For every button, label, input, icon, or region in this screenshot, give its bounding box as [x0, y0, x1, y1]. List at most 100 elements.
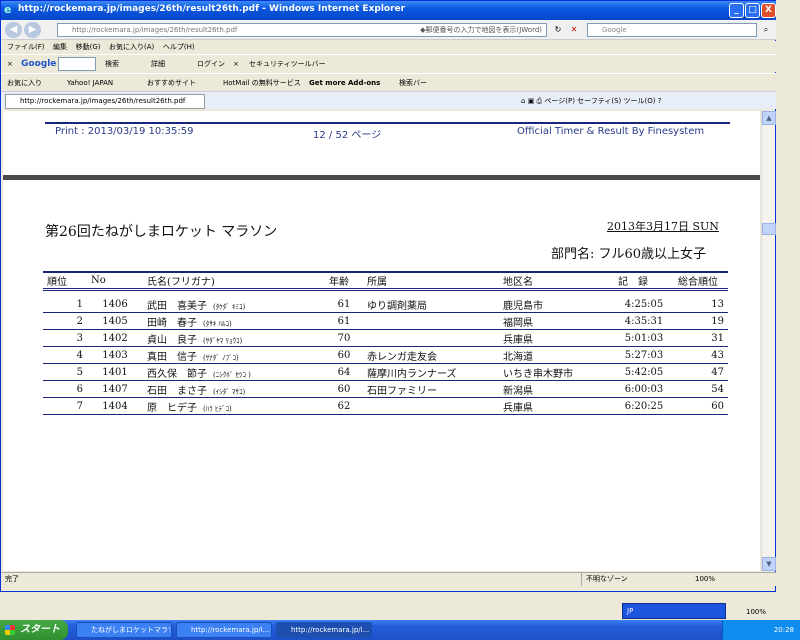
jword-hint[interactable]: ◆郵便番号の入力で地図を表示(JWord): [420, 24, 542, 36]
toolbar-close-icon[interactable]: ×: [7, 57, 13, 71]
tools-menu[interactable]: ツール(O): [623, 97, 655, 105]
cell-region: 新潟県: [499, 380, 614, 398]
table-row: 7 1404 原 ヒデ子 (ﾊﾗ ﾋﾃﾞｺ) 62 兵庫県 6:20:25 60: [43, 397, 728, 415]
cell-overall: 60: [674, 397, 728, 415]
col-affiliation: 所属: [363, 271, 499, 291]
zoom-level[interactable]: 100%: [695, 573, 715, 586]
cell-affiliation: [363, 397, 499, 415]
menu-favorites[interactable]: お気に入り(A): [109, 41, 154, 54]
runner-name: 武田 喜美子: [147, 301, 207, 312]
favorites-button[interactable]: お気に入り: [7, 77, 42, 89]
menu-go[interactable]: 移動(G): [76, 41, 101, 54]
security-toolbar-button[interactable]: セキュリティツールバー: [249, 57, 326, 71]
google-toolbar: × Google 検索 詳細 ログイン × セキュリティツールバー: [1, 54, 777, 72]
race-date: 2013年3月17日 SUN: [607, 220, 719, 233]
system-tray: 20:28: [722, 620, 800, 640]
clock[interactable]: 20:28: [774, 626, 794, 634]
ime-label[interactable]: JP: [627, 607, 633, 615]
cell-region: 兵庫県: [499, 329, 614, 347]
cell-time: 5:27:03: [614, 346, 674, 364]
cell-time: 5:01:03: [614, 329, 674, 347]
rss-icon[interactable]: ▣: [528, 97, 535, 105]
task-ie-2[interactable]: http://rockemara.jp/i...: [276, 622, 372, 638]
menu-file[interactable]: ファイル(F): [7, 41, 45, 54]
back-icon[interactable]: ◀: [5, 22, 22, 38]
fav-hotmail[interactable]: HotMail の無料サービス: [223, 77, 301, 89]
minimize-button[interactable]: _: [729, 3, 744, 18]
refresh-icon[interactable]: ↻: [551, 23, 565, 37]
table-header-row: 順位 No 氏名(フリガナ) 年齢 所属 地区名 記 録 総合順位: [43, 271, 728, 291]
cell-no: 1402: [87, 329, 143, 347]
col-time: 記 録: [614, 271, 674, 291]
cell-age: 60: [325, 380, 363, 398]
start-label: スタート: [20, 624, 60, 635]
forward-icon[interactable]: ▶: [24, 22, 41, 38]
cell-affiliation: [363, 329, 499, 347]
command-bar: ⌂ ▣ ⎙ ページ(P) セーフティ(S) ツール(O) ?: [521, 96, 661, 106]
ie-icon: e: [4, 3, 12, 16]
col-name: 氏名(フリガナ): [143, 271, 325, 291]
menu-help[interactable]: ヘルプ(H): [163, 41, 195, 54]
fav-yahoo[interactable]: Yahoo! JAPAN: [67, 77, 113, 89]
url-field[interactable]: http://rockemara.jp/images/26th/result26…: [57, 23, 547, 37]
task-pdf[interactable]: たねがしまロケットマラソ...: [76, 622, 172, 638]
windows-flag-icon: [5, 625, 15, 635]
task-ie-1[interactable]: http://rockemara.jp/i...: [176, 622, 272, 638]
page-menu[interactable]: ページ(P): [544, 97, 575, 105]
cell-overall: 13: [674, 289, 728, 313]
col-rank: 順位: [43, 271, 87, 291]
status-bar: 完了 不明なゾーン 100%: [1, 572, 777, 586]
cell-time: 4:25:05: [614, 289, 674, 313]
safety-menu[interactable]: セーフティ(S): [577, 97, 621, 105]
window-title: http://rockemara.jp/images/26th/result26…: [18, 4, 406, 14]
language-bar[interactable]: JP: [622, 603, 726, 619]
zoom-indicator[interactable]: 100%: [746, 608, 766, 616]
search-icon[interactable]: ⌕: [759, 23, 773, 37]
runner-name: 西久保 節子: [147, 368, 207, 380]
cell-name: 西久保 節子 (ﾆｼｸﾎﾞ ｾﾂｺ ): [143, 363, 325, 381]
print-icon[interactable]: ⎙: [537, 97, 543, 105]
google-search-select[interactable]: [58, 57, 96, 71]
cell-rank: 7: [43, 397, 87, 415]
menu-edit[interactable]: 編集: [53, 41, 67, 54]
stop-icon[interactable]: ✕: [567, 23, 581, 37]
google-details-button[interactable]: 詳細: [151, 57, 165, 71]
cell-name: 貞山 良子 (ｻﾀﾞﾔﾏ ﾘｮｳｺ): [143, 329, 325, 347]
scroll-up-icon[interactable]: ▲: [762, 111, 776, 125]
toolbar-close-icon-2[interactable]: ×: [233, 57, 239, 71]
help-icon[interactable]: ?: [658, 97, 662, 105]
vertical-scrollbar[interactable]: ▲ ▼: [761, 111, 776, 571]
title-bar[interactable]: e http://rockemara.jp/images/26th/result…: [1, 1, 777, 20]
cell-age: 70: [325, 329, 363, 347]
favorites-bar: お気に入り Yahoo! JAPAN おすすめサイト HotMail の無料サー…: [1, 73, 777, 91]
pdf-viewer[interactable]: Print : 2013/03/19 10:35:59 12 / 52 ページ …: [3, 111, 760, 571]
url-text: http://rockemara.jp/images/26th/result26…: [72, 26, 238, 34]
scroll-thumb[interactable]: [762, 223, 776, 235]
cell-overall: 19: [674, 312, 728, 330]
start-button[interactable]: スタート: [0, 620, 68, 640]
tab-current[interactable]: http://rockemara.jp/images/26th/result26…: [5, 94, 205, 109]
cell-rank: 6: [43, 380, 87, 398]
cell-no: 1406: [87, 289, 143, 313]
fav-recommended[interactable]: おすすめサイト: [147, 77, 196, 89]
browser-window: e http://rockemara.jp/images/26th/result…: [0, 0, 777, 592]
background-window-edge: [776, 0, 800, 620]
fav-searchbar[interactable]: 検索バー: [399, 77, 427, 89]
col-age: 年齢: [325, 271, 363, 291]
google-login-button[interactable]: ログイン: [197, 57, 225, 71]
col-region: 地区名: [499, 271, 614, 291]
cell-region: いちき串木野市: [499, 363, 614, 381]
runner-kana: (ﾀｹﾀﾞ ｷﾐｺ): [213, 303, 246, 311]
runner-kana: (ﾆｼｸﾎﾞ ｾﾂｺ ): [213, 370, 251, 379]
cell-region: 兵庫県: [499, 397, 614, 415]
page-footer-area: Print : 2013/03/19 10:35:59 12 / 52 ページ …: [3, 111, 760, 175]
home-icon[interactable]: ⌂: [521, 97, 525, 105]
maximize-button[interactable]: □: [745, 3, 760, 18]
google-search-button[interactable]: 検索: [105, 57, 119, 71]
search-input[interactable]: Google: [587, 23, 757, 37]
close-button[interactable]: X: [761, 3, 776, 18]
system-credit: Official Timer & Result By Finesystem: [517, 126, 705, 137]
fav-addons[interactable]: Get more Add-ons: [309, 77, 380, 89]
scroll-down-icon[interactable]: ▼: [762, 557, 776, 571]
col-overall: 総合順位: [674, 271, 728, 291]
